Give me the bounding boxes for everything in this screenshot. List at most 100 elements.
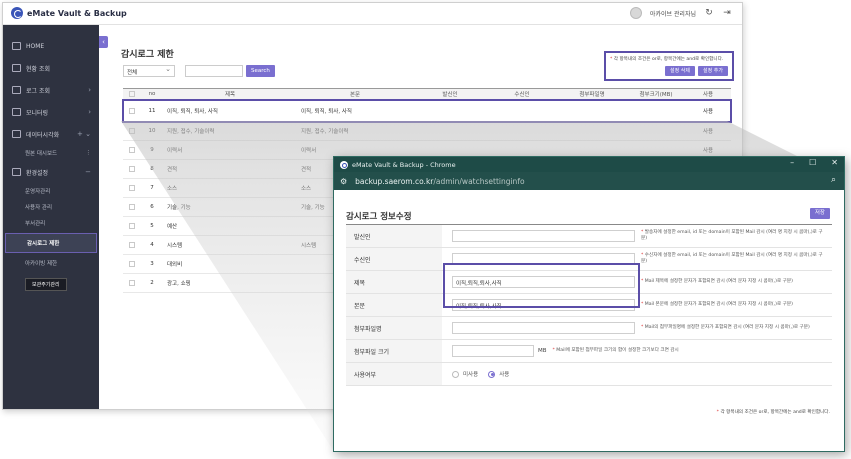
row-checkbox[interactable] [129, 261, 135, 267]
row-checkbox[interactable] [129, 280, 135, 286]
row-checkbox-cell [123, 261, 141, 267]
nav-label: 모니터링 [26, 109, 49, 117]
row-checkbox[interactable] [129, 128, 135, 134]
row-checkbox-cell [123, 166, 141, 172]
cell-title: 시스템 [167, 243, 183, 249]
form-foot-note: * 각 항목내의 조건은 or로, 항목간에는 and로 확인합니다. [716, 410, 830, 415]
field-hint: * 발송자에 설정한 email, id 또는 domain이 포함된 Mail… [641, 230, 823, 241]
row-checkbox[interactable] [129, 204, 135, 210]
field-label: 수신인 [346, 248, 442, 270]
add-setting-button[interactable]: 설정 추가 [698, 66, 728, 76]
more-icon[interactable]: ⋮ [86, 150, 92, 156]
hint-text: Mail에 포함된 첨부파일 크기의 합이 설정한 크기보다 크면 감시 [556, 348, 679, 353]
minimize-icon[interactable]: – [790, 158, 794, 167]
url-host: backup.saerom.co.kr [355, 176, 434, 186]
header-no: no [148, 91, 156, 97]
hint-text: 수신자에 설정한 email, id 또는 domain이 포함된 Mail 감… [641, 253, 823, 264]
collapse-sidebar-button[interactable]: ‹ [99, 36, 108, 48]
favicon-icon [340, 160, 348, 169]
cell-title: 소스 [167, 186, 178, 192]
field-value-cell: 미사용 사용 [442, 363, 832, 385]
monitor-icon [12, 64, 21, 72]
hint-text: Mail의 첨부파일명에 설정한 문자가 포함되면 감시 (여러 문자 지정 시… [644, 325, 810, 330]
radio-used-dot[interactable] [488, 370, 496, 378]
cell-no: 9 [150, 147, 154, 153]
table-header: no 제목 본문 발신인 수신인 첨부파일명 첨부크기(MB) 사용 [123, 88, 731, 100]
nav-label: 현황 조회 [26, 65, 50, 73]
row-checkbox[interactable] [129, 166, 135, 172]
notice-box: * 각 항목내의 조건은 or로, 항목간에는 and로 확인합니다. 설정 삭… [604, 51, 734, 81]
nav-item-settings[interactable]: 환경설정 − [3, 161, 99, 183]
nav-label: 로그 조회 [26, 87, 50, 95]
sender-input[interactable] [452, 230, 635, 242]
browser-title: eMate Vault & Backup - Chrome [352, 160, 456, 169]
avatar[interactable] [629, 7, 642, 19]
form-row-usage: 사용여부 미사용 사용 [346, 363, 832, 386]
filter-select[interactable]: 전체 [123, 65, 175, 77]
field-label: 사용여부 [346, 363, 442, 385]
sub-item-dashboard[interactable]: 원본 대시보드 ⋮ [3, 145, 99, 161]
refresh-icon[interactable]: ↻ [704, 8, 714, 18]
radio-unused-dot[interactable] [452, 370, 459, 378]
logout-icon[interactable]: ⇥ [722, 8, 732, 18]
field-value-cell: * Mail의 첨부파일명에 설정한 문자가 포함되면 감시 (여러 문자 지정… [442, 317, 832, 339]
cell-body: 이직, 퇴직, 퇴사, 사직 [301, 108, 352, 115]
attachment-size-input[interactable] [452, 345, 534, 357]
header-sender: 발신인 [442, 92, 458, 98]
nav-item-datavis[interactable]: 데이터시각화 + ⌄ [3, 123, 99, 145]
header-recipient: 수신인 [514, 92, 530, 98]
zoom-search-icon[interactable]: ⌕ [831, 175, 836, 185]
log-icon [12, 86, 21, 94]
nav-item-monitoring[interactable]: 모니터링 › [3, 101, 99, 123]
header-title: 제목 [224, 92, 236, 98]
field-hint: * Mail 제목에 설정한 문자가 포함되면 감시 (여러 문자 지정 시 콤… [641, 279, 793, 284]
delete-setting-button[interactable]: 설정 삭제 [665, 66, 695, 76]
foot-note-text: 각 항목내의 조건은 or로, 항목간에는 and로 확인합니다. [720, 410, 830, 415]
row-checkbox-cell [123, 147, 141, 153]
page-title: 감시로그 제한 [121, 50, 174, 60]
row-checkbox[interactable] [129, 185, 135, 191]
nav-label: HOME [26, 42, 45, 50]
cell-no: 5 [150, 223, 154, 229]
search-button[interactable]: Search [246, 65, 275, 77]
brand-name: eMate Vault & Backup [27, 8, 127, 18]
row-checkbox[interactable] [129, 147, 135, 153]
sub-label: 원본 대시보드 [25, 151, 58, 157]
cell-no: 7 [150, 185, 154, 191]
address-bar[interactable]: ⚙ backup.saerom.co.kr/admin/watchsetting… [334, 172, 844, 190]
row-checkbox[interactable] [129, 107, 135, 114]
nav-item-status[interactable]: 현황 조회 [3, 57, 99, 79]
sub-item-departments[interactable]: 부서관리 [3, 215, 99, 231]
sub-item-users[interactable]: 사용자 관리 [3, 199, 99, 215]
table-row[interactable]: 11 이직, 퇴직, 퇴사, 사직 이직, 퇴직, 퇴사, 사직 사용 [122, 99, 732, 123]
row-checkbox-cell [123, 223, 141, 229]
row-checkbox[interactable] [129, 223, 135, 229]
form-area: 감시로그 정보수정 저장 발신인 * 발송자에 설정한 email, id 또는… [334, 190, 844, 451]
user-name[interactable]: 아카이브 관리자님 [650, 9, 696, 18]
cell-no: 10 [148, 128, 156, 134]
site-settings-icon[interactable]: ⚙ [340, 177, 347, 186]
search-input[interactable] [185, 65, 243, 77]
radio-unused[interactable]: 미사용 [452, 370, 478, 378]
cell-body: 이력서 [301, 148, 317, 154]
cell-title: 기술, 기능 [167, 205, 191, 211]
maximize-icon[interactable]: ☐ [809, 158, 816, 167]
table-row[interactable]: 10 지원, 접수, 기술이력 지원, 접수, 기술이력 사용 [123, 122, 731, 141]
row-checkbox[interactable] [129, 242, 135, 248]
search-filter: 전체 Search [123, 65, 275, 77]
brand-logo[interactable]: eMate Vault & Backup [11, 7, 127, 19]
close-icon[interactable]: ✕ [831, 158, 838, 167]
nav-item-log[interactable]: 로그 조회 › [3, 79, 99, 101]
nav-item-home[interactable]: HOME [3, 35, 99, 57]
select-all-checkbox[interactable] [129, 91, 135, 97]
attachment-name-input[interactable] [452, 322, 635, 334]
sub-item-operators[interactable]: 운영자관리 [3, 183, 99, 199]
sub-item-archiving-limit[interactable]: 아카이빙 제한 [3, 255, 99, 271]
radio-used[interactable]: 사용 [488, 370, 509, 378]
row-checkbox-cell [123, 242, 141, 248]
header-use: 사용 [702, 92, 714, 98]
screenshot-stage: eMate Vault & Backup 아카이브 관리자님 ↻ ⇥ HOME … [0, 0, 851, 459]
sub-item-watchlog-limit[interactable]: 감시로그 제한 [5, 233, 97, 253]
radio-label: 사용 [499, 372, 510, 378]
save-button[interactable]: 저장 [809, 208, 830, 219]
